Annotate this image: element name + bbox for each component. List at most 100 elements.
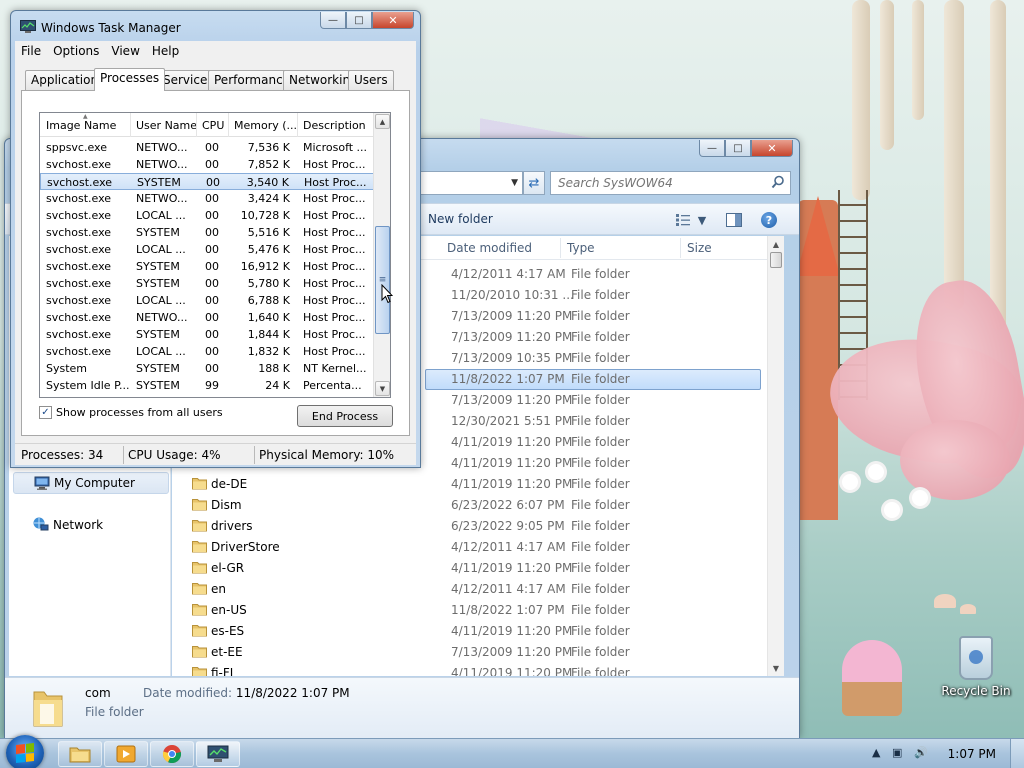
tab-users[interactable]: Users xyxy=(348,70,394,90)
close-button[interactable]: ✕ xyxy=(751,140,793,157)
tab-processes[interactable]: Processes xyxy=(94,68,166,91)
menu-options[interactable]: Options xyxy=(47,41,105,61)
column-description[interactable]: Description xyxy=(303,119,366,132)
maximize-button[interactable]: □ xyxy=(346,12,372,29)
process-row[interactable]: svchost.exe NETWO... 00 1,640 K Host Proc... xyxy=(40,309,374,326)
minimize-button[interactable]: — xyxy=(320,12,346,29)
column-image-name[interactable]: Image Name xyxy=(46,119,116,132)
refresh-button[interactable]: ⇄ xyxy=(523,171,545,195)
preview-pane-button[interactable] xyxy=(723,210,745,230)
scroll-thumb[interactable]: ≡ xyxy=(375,226,390,334)
new-folder-button[interactable]: New folder xyxy=(424,211,497,227)
process-row[interactable]: svchost.exe SYSTEM 00 16,912 K Host Proc... xyxy=(40,258,374,275)
end-process-button[interactable]: End Process xyxy=(297,405,393,427)
scroll-up-icon[interactable]: ▲ xyxy=(768,236,784,252)
process-row[interactable]: svchost.exe LOCAL ... 00 10,728 K Host Proc.… xyxy=(40,207,374,224)
process-row[interactable]: svchost.exe SYSTEM 00 5,780 K Host Proc... xyxy=(40,275,374,292)
column-type[interactable]: Type xyxy=(567,241,595,255)
file-name: drivers xyxy=(211,519,253,533)
process-row[interactable]: System SYSTEM 00 188 K NT Kernel... xyxy=(40,360,374,377)
column-divider[interactable] xyxy=(196,113,197,137)
process-row[interactable]: svchost.exe SYSTEM 00 1,844 K Host Proc... xyxy=(40,326,374,343)
column-divider[interactable] xyxy=(228,113,229,137)
file-row[interactable]: drivers 6/23/2022 9:05 PM File folder xyxy=(172,516,784,537)
process-row[interactable]: svchost.exe SYSTEM 00 3,540 K Host Proc... xyxy=(40,173,374,190)
clock[interactable]: 1:07 PM xyxy=(948,747,996,761)
column-date-modified[interactable]: Date modified xyxy=(447,241,532,255)
help-button[interactable]: ? xyxy=(759,210,779,230)
process-row[interactable]: svchost.exe NETWO... 00 3,424 K Host Proc... xyxy=(40,190,374,207)
process-row[interactable]: svchost.exe SYSTEM 00 5,516 K Host Proc... xyxy=(40,224,374,241)
column-size[interactable]: Size xyxy=(687,241,712,255)
nav-item-network[interactable]: Network xyxy=(13,514,169,536)
file-row[interactable]: es-ES 4/11/2019 11:20 PM File folder xyxy=(172,621,784,642)
taskbar-task-manager-button[interactable] xyxy=(196,741,240,767)
file-row[interactable]: Dism 6/23/2022 6:07 PM File folder xyxy=(172,495,784,516)
wallpaper-flower xyxy=(842,474,858,490)
menu-help[interactable]: Help xyxy=(146,41,185,61)
column-cpu[interactable]: CPU xyxy=(202,119,224,132)
scroll-down-icon[interactable]: ▼ xyxy=(768,660,784,676)
maximize-button[interactable]: □ xyxy=(725,140,751,157)
file-row[interactable]: de-DE 4/11/2019 11:20 PM File folder xyxy=(172,474,784,495)
show-all-processes-checkbox[interactable]: ✓ Show processes from all users xyxy=(39,406,223,419)
recycle-bin-shortcut[interactable]: Recycle Bin xyxy=(940,636,1012,698)
close-button[interactable]: ✕ xyxy=(372,12,414,29)
volume-icon[interactable]: 🔊 xyxy=(914,746,928,759)
file-row[interactable]: en 4/12/2011 4:17 AM File folder xyxy=(172,579,784,600)
column-divider[interactable] xyxy=(680,238,681,258)
taskbar-explorer-button[interactable] xyxy=(58,741,102,767)
process-row[interactable]: svchost.exe LOCAL ... 00 5,476 K Host Proc..… xyxy=(40,241,374,258)
process-row[interactable]: svchost.exe LOCAL ... 00 1,832 K Host Proc..… xyxy=(40,343,374,360)
scroll-thumb[interactable] xyxy=(770,252,782,268)
address-bar[interactable]: ▼ xyxy=(419,171,523,195)
network-tray-icon[interactable]: ▣ xyxy=(892,746,902,759)
column-divider[interactable] xyxy=(560,238,561,258)
file-list-scrollbar[interactable]: ▲ ▼ xyxy=(767,236,784,676)
search-icon[interactable] xyxy=(771,175,785,189)
nav-item-my-computer[interactable]: My Computer xyxy=(13,472,169,494)
checkbox-checked-icon[interactable]: ✓ xyxy=(39,406,52,419)
process-row[interactable]: sppsvc.exe NETWO... 00 7,536 K Microsoft ... xyxy=(40,139,374,156)
file-date-modified: 7/13/2009 11:20 PM xyxy=(451,645,573,659)
search-box[interactable] xyxy=(550,171,791,195)
process-row[interactable]: System Idle P... SYSTEM 99 24 K Percenta... xyxy=(40,377,374,394)
file-name: et-EE xyxy=(211,645,243,659)
scroll-down-icon[interactable]: ▼ xyxy=(375,381,390,396)
column-user-name[interactable]: User Name xyxy=(136,119,197,132)
taskbar-media-player-button[interactable] xyxy=(104,741,148,767)
show-hidden-icons-icon[interactable]: ▲ xyxy=(872,746,880,759)
file-row[interactable]: fi-FI 4/11/2019 11:20 PM File folder xyxy=(172,663,784,676)
process-cpu: 00 xyxy=(206,176,220,189)
chevron-down-icon[interactable]: ▼ xyxy=(511,178,518,188)
process-image-name: svchost.exe xyxy=(46,328,112,341)
file-row[interactable]: DriverStore 4/12/2011 4:17 AM File folder xyxy=(172,537,784,558)
status-divider xyxy=(254,446,255,464)
windows-logo-icon xyxy=(16,743,34,763)
menu-view[interactable]: View xyxy=(105,41,145,61)
column-divider[interactable] xyxy=(130,113,131,137)
process-row[interactable]: svchost.exe LOCAL ... 00 6,788 K Host Proc..… xyxy=(40,292,374,309)
wallpaper-tower-roof xyxy=(796,196,840,276)
process-row[interactable]: svchost.exe NETWO... 00 7,852 K Host Proc... xyxy=(40,156,374,173)
start-button[interactable] xyxy=(6,735,44,768)
column-divider[interactable] xyxy=(297,113,298,137)
scroll-up-icon[interactable]: ▲ xyxy=(375,114,390,129)
menu-file[interactable]: File xyxy=(15,41,47,61)
close-icon: ✕ xyxy=(388,13,398,27)
process-list-scrollbar[interactable]: ▲ ≡ ▼ xyxy=(373,113,390,397)
search-input[interactable] xyxy=(551,172,761,194)
folder-icon xyxy=(192,646,207,658)
file-row[interactable]: en-US 11/8/2022 1:07 PM File folder xyxy=(172,600,784,621)
taskbar-chrome-button[interactable] xyxy=(150,741,194,767)
process-image-name: sppsvc.exe xyxy=(46,141,107,154)
file-date-modified: 11/8/2022 1:07 PM xyxy=(451,372,565,386)
process-description: Host Proc... xyxy=(303,209,366,222)
column-memory[interactable]: Memory (... xyxy=(234,119,297,132)
file-row[interactable]: et-EE 7/13/2009 11:20 PM File folder xyxy=(172,642,784,663)
change-view-button[interactable]: ▼ xyxy=(667,210,715,230)
process-user-name: NETWO... xyxy=(136,192,188,205)
show-desktop-button[interactable] xyxy=(1010,739,1024,768)
minimize-button[interactable]: — xyxy=(699,140,725,157)
file-row[interactable]: el-GR 4/11/2019 11:20 PM File folder xyxy=(172,558,784,579)
